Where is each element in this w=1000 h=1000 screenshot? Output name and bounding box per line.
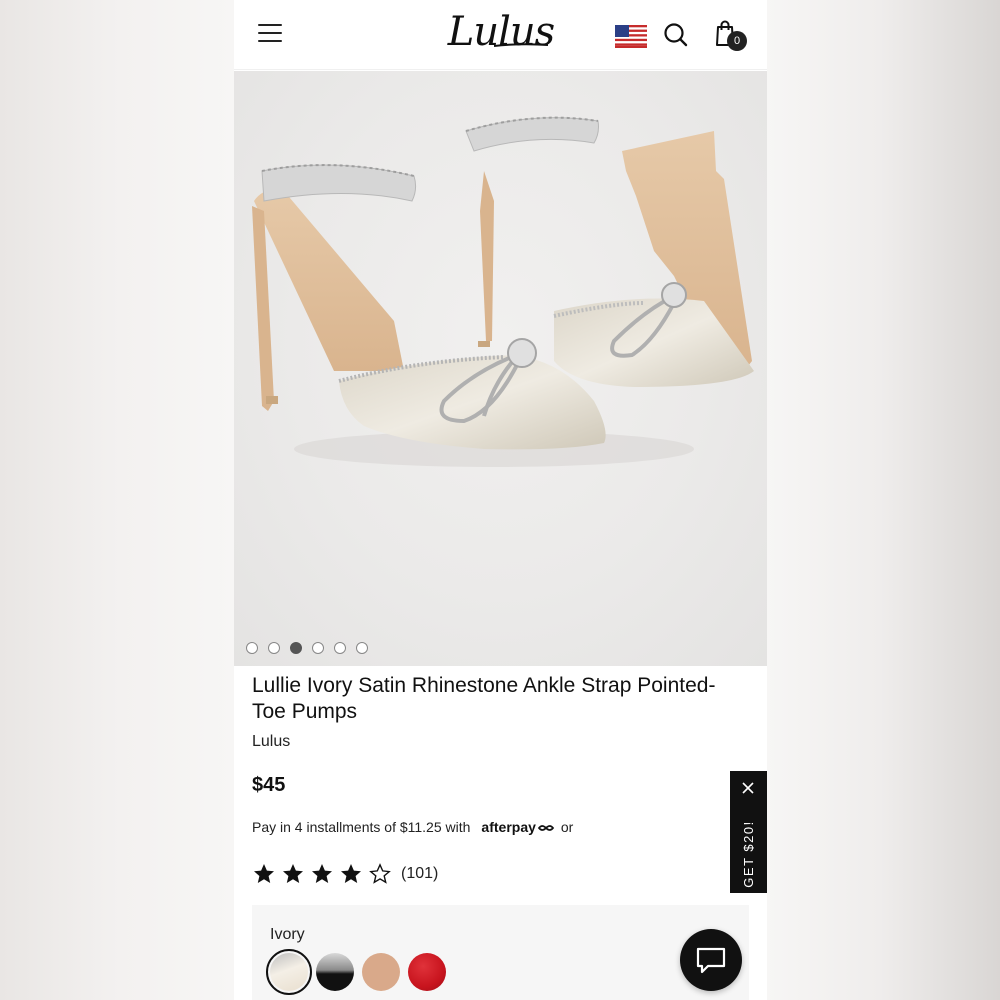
product-price: $45 bbox=[252, 774, 286, 796]
afterpay-logo[interactable]: afterpay bbox=[481, 819, 555, 835]
hamburger-menu-icon[interactable] bbox=[258, 24, 282, 46]
gallery-dot[interactable] bbox=[356, 642, 368, 654]
gallery-dot[interactable] bbox=[334, 642, 346, 654]
product-photo-heels bbox=[252, 116, 754, 467]
site-header: Lulus 0 bbox=[234, 0, 767, 70]
product-title: Lullie Ivory Satin Rhinestone Ankle Stra… bbox=[252, 674, 716, 723]
product-rating[interactable]: (101) bbox=[252, 862, 438, 886]
gallery-pagination bbox=[246, 642, 368, 654]
afterpay-installments: Pay in 4 installments of $11.25 with aft… bbox=[252, 819, 573, 835]
gallery-dot-active[interactable] bbox=[290, 642, 302, 654]
chat-button[interactable] bbox=[680, 929, 742, 991]
installments-text: Pay in 4 installments of $11.25 with bbox=[252, 819, 471, 835]
promo-label[interactable]: GET $20! bbox=[739, 806, 759, 902]
us-flag-icon[interactable] bbox=[615, 25, 647, 48]
search-icon[interactable] bbox=[662, 21, 690, 49]
logo-swash bbox=[494, 43, 548, 47]
promo-tab[interactable]: GET $20! bbox=[730, 771, 767, 893]
star-empty-icon bbox=[369, 863, 391, 884]
cart-count-badge[interactable]: 0 bbox=[727, 31, 747, 51]
gallery-dot[interactable] bbox=[246, 642, 258, 654]
star-filled-icon bbox=[341, 864, 361, 883]
color-swatches bbox=[266, 949, 446, 995]
star-filled-icon bbox=[283, 864, 303, 883]
afterpay-loop-icon bbox=[537, 825, 555, 832]
star-filled-icon bbox=[254, 864, 274, 883]
swatch-red[interactable] bbox=[408, 953, 446, 991]
selected-color-label: Ivory bbox=[270, 926, 305, 943]
swatch-ivory[interactable] bbox=[266, 949, 312, 995]
swatch-black-silver[interactable] bbox=[316, 953, 354, 991]
gallery-dot[interactable] bbox=[312, 642, 324, 654]
product-image-gallery[interactable] bbox=[234, 71, 767, 666]
close-icon[interactable] bbox=[741, 781, 755, 795]
installments-or: or bbox=[560, 819, 574, 835]
product-page: Lulus 0 Lullie Ivory Satin Rhinestone An… bbox=[234, 0, 767, 1000]
lulus-logo[interactable]: Lulus bbox=[446, 8, 556, 56]
swatch-nude[interactable] bbox=[362, 953, 400, 991]
star-filled-icon bbox=[312, 864, 332, 883]
chat-bubble-icon bbox=[696, 947, 726, 974]
product-brand-link[interactable]: Lulus bbox=[252, 733, 290, 751]
review-count[interactable]: (101) bbox=[401, 865, 438, 883]
gallery-dot[interactable] bbox=[268, 642, 280, 654]
color-selector: Ivory bbox=[252, 905, 749, 1000]
